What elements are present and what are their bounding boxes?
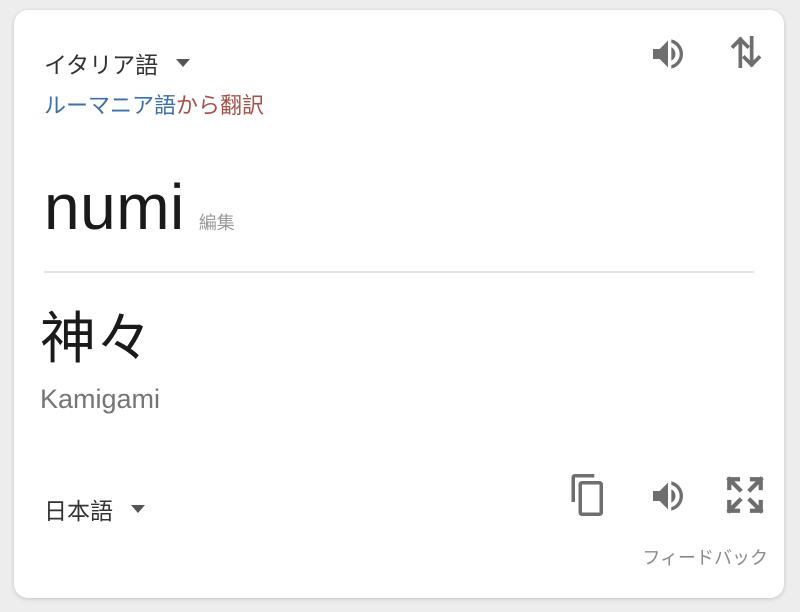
translated-text: 神々 bbox=[40, 307, 152, 372]
romanization-text: Kamigami bbox=[40, 384, 161, 414]
chevron-down-icon[interactable] bbox=[131, 505, 145, 513]
translation-card: イタリア語 ルーマニア語から翻訳 numi 編集 神々 Kamigami 日本語 bbox=[14, 10, 784, 598]
detected-language-link[interactable]: ルーマニア語 bbox=[44, 94, 176, 119]
chevron-down-icon[interactable] bbox=[176, 59, 191, 67]
feedback-link[interactable]: フィードバック bbox=[642, 544, 768, 570]
divider bbox=[44, 271, 754, 273]
fullscreen-button[interactable] bbox=[722, 472, 768, 518]
target-speaker-button[interactable] bbox=[646, 474, 690, 518]
fullscreen-icon bbox=[726, 476, 764, 514]
swap-languages-button[interactable] bbox=[724, 30, 768, 74]
speaker-icon bbox=[653, 39, 683, 69]
detected-language-suffix: から翻訳 bbox=[176, 94, 265, 119]
copy-icon bbox=[571, 474, 603, 516]
edit-link[interactable]: 編集 bbox=[199, 209, 235, 235]
swap-languages-icon bbox=[730, 35, 762, 69]
copy-button[interactable] bbox=[566, 470, 612, 520]
source-text: numi bbox=[44, 171, 185, 243]
source-language-label: イタリア語 bbox=[44, 53, 159, 79]
source-language-selector[interactable]: イタリア語 bbox=[44, 46, 191, 80]
source-text-row: numi 編集 bbox=[44, 170, 235, 244]
target-language-label: 日本語 bbox=[44, 499, 113, 525]
speaker-icon bbox=[653, 481, 683, 511]
target-language-selector[interactable]: 日本語 bbox=[44, 492, 145, 526]
source-speaker-button[interactable] bbox=[646, 32, 690, 76]
detected-language-line: ルーマニア語から翻訳 bbox=[44, 88, 264, 120]
